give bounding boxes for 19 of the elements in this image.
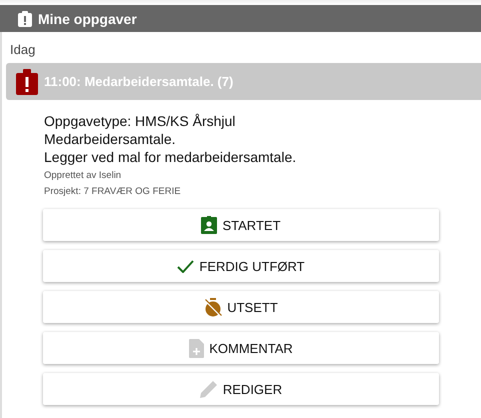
task-meta: Prosjekt: 7 FRAVÆR OG FERIE <box>44 186 182 198</box>
check-icon <box>177 260 194 272</box>
panel-title: Mine oppgaver <box>38 10 137 26</box>
task-meta: Opprettet av Iselin <box>44 170 122 182</box>
action-button[interactable]: KOMMENTAR <box>43 332 439 364</box>
badge-icon <box>201 216 218 234</box>
action-button[interactable]: STARTET <box>43 209 439 241</box>
clipboard-alert-icon <box>18 10 32 26</box>
action-button[interactable]: REDIGER <box>43 373 439 405</box>
note-add-icon <box>189 338 204 358</box>
action-button[interactable]: FERDIG UTFØRT <box>43 250 439 282</box>
task-description: Oppgavetype: HMS/KS Årshjul <box>44 112 236 130</box>
group-label: Idag <box>9 41 36 59</box>
action-button[interactable]: UTSETT <box>43 291 439 323</box>
pencil-icon <box>200 380 218 398</box>
clipboard-alert-icon <box>16 68 38 94</box>
timer-off-icon <box>204 298 222 316</box>
task-description: Medarbeidersamtale. <box>44 130 177 148</box>
task-description: Legger ved mal for medarbeidersamtale. <box>44 148 298 166</box>
